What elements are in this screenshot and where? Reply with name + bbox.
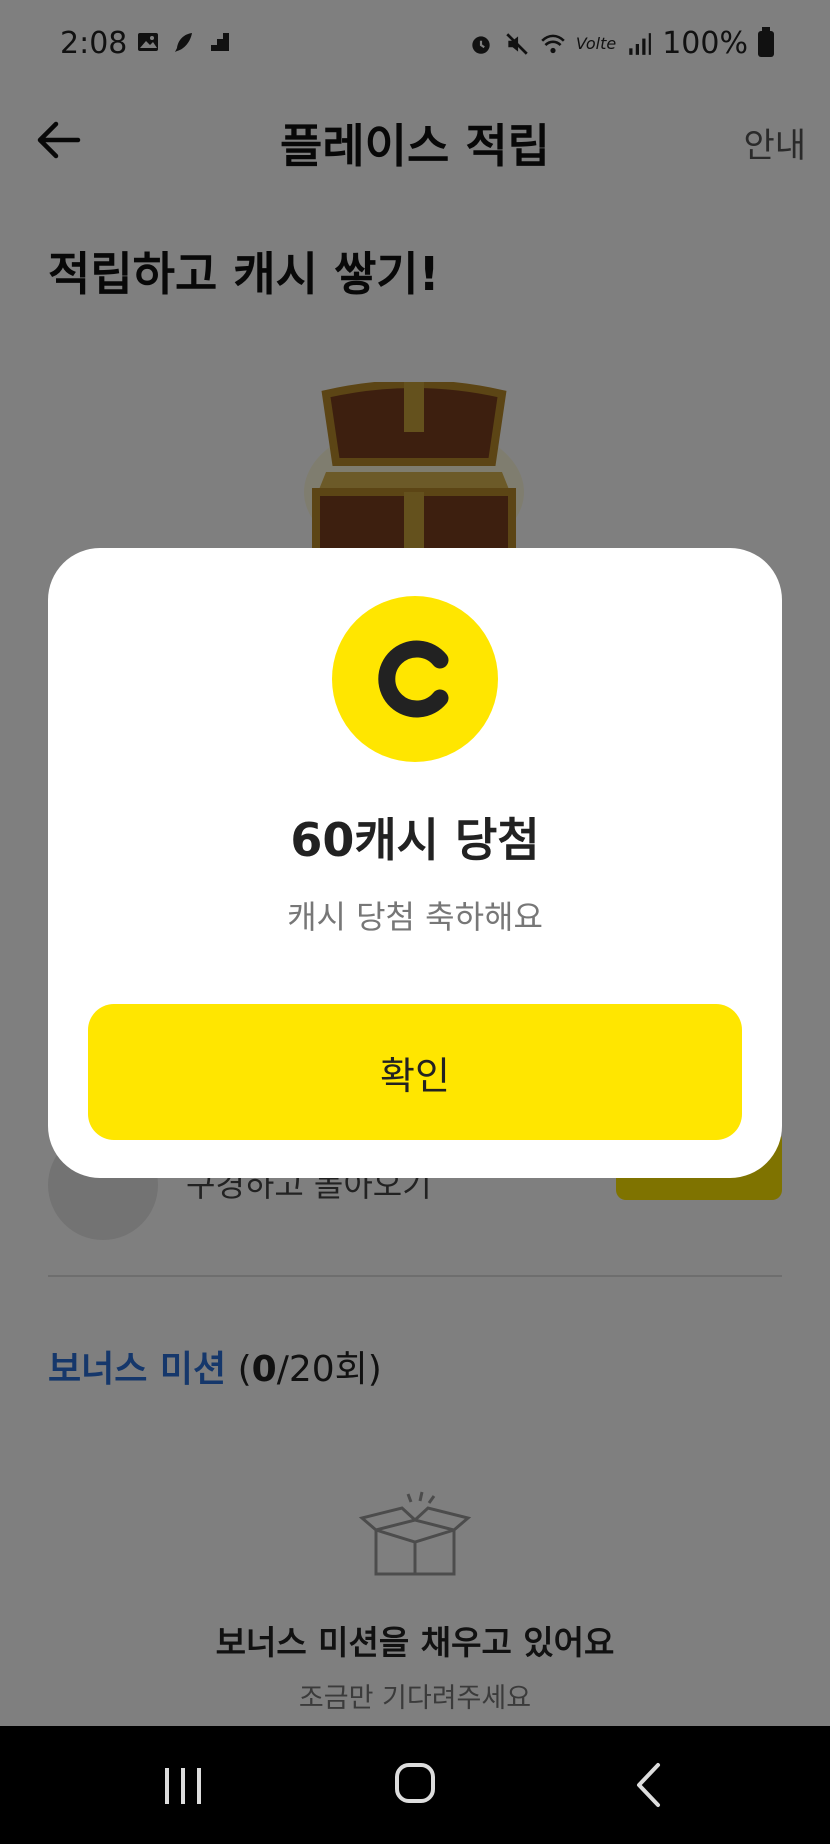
recent-apps-icon[interactable]	[162, 1766, 204, 1806]
confirm-button[interactable]: 확인	[88, 1004, 742, 1140]
reward-modal: 60캐시 당첨 캐시 당첨 축하해요 확인	[48, 548, 782, 1178]
system-nav-bar	[0, 1726, 830, 1844]
modal-title: 60캐시 당첨	[290, 813, 540, 867]
home-icon[interactable]	[394, 1762, 436, 1804]
back-icon[interactable]	[634, 1762, 662, 1808]
modal-subtitle: 캐시 당첨 축하해요	[287, 898, 543, 936]
app-screen: 2:08 Volte 100% 플레이스 적립 안내 적립하고 캐시 쌓기!	[0, 0, 830, 1726]
coin-letter-c	[378, 640, 449, 718]
cash-coin-icon	[332, 596, 498, 762]
